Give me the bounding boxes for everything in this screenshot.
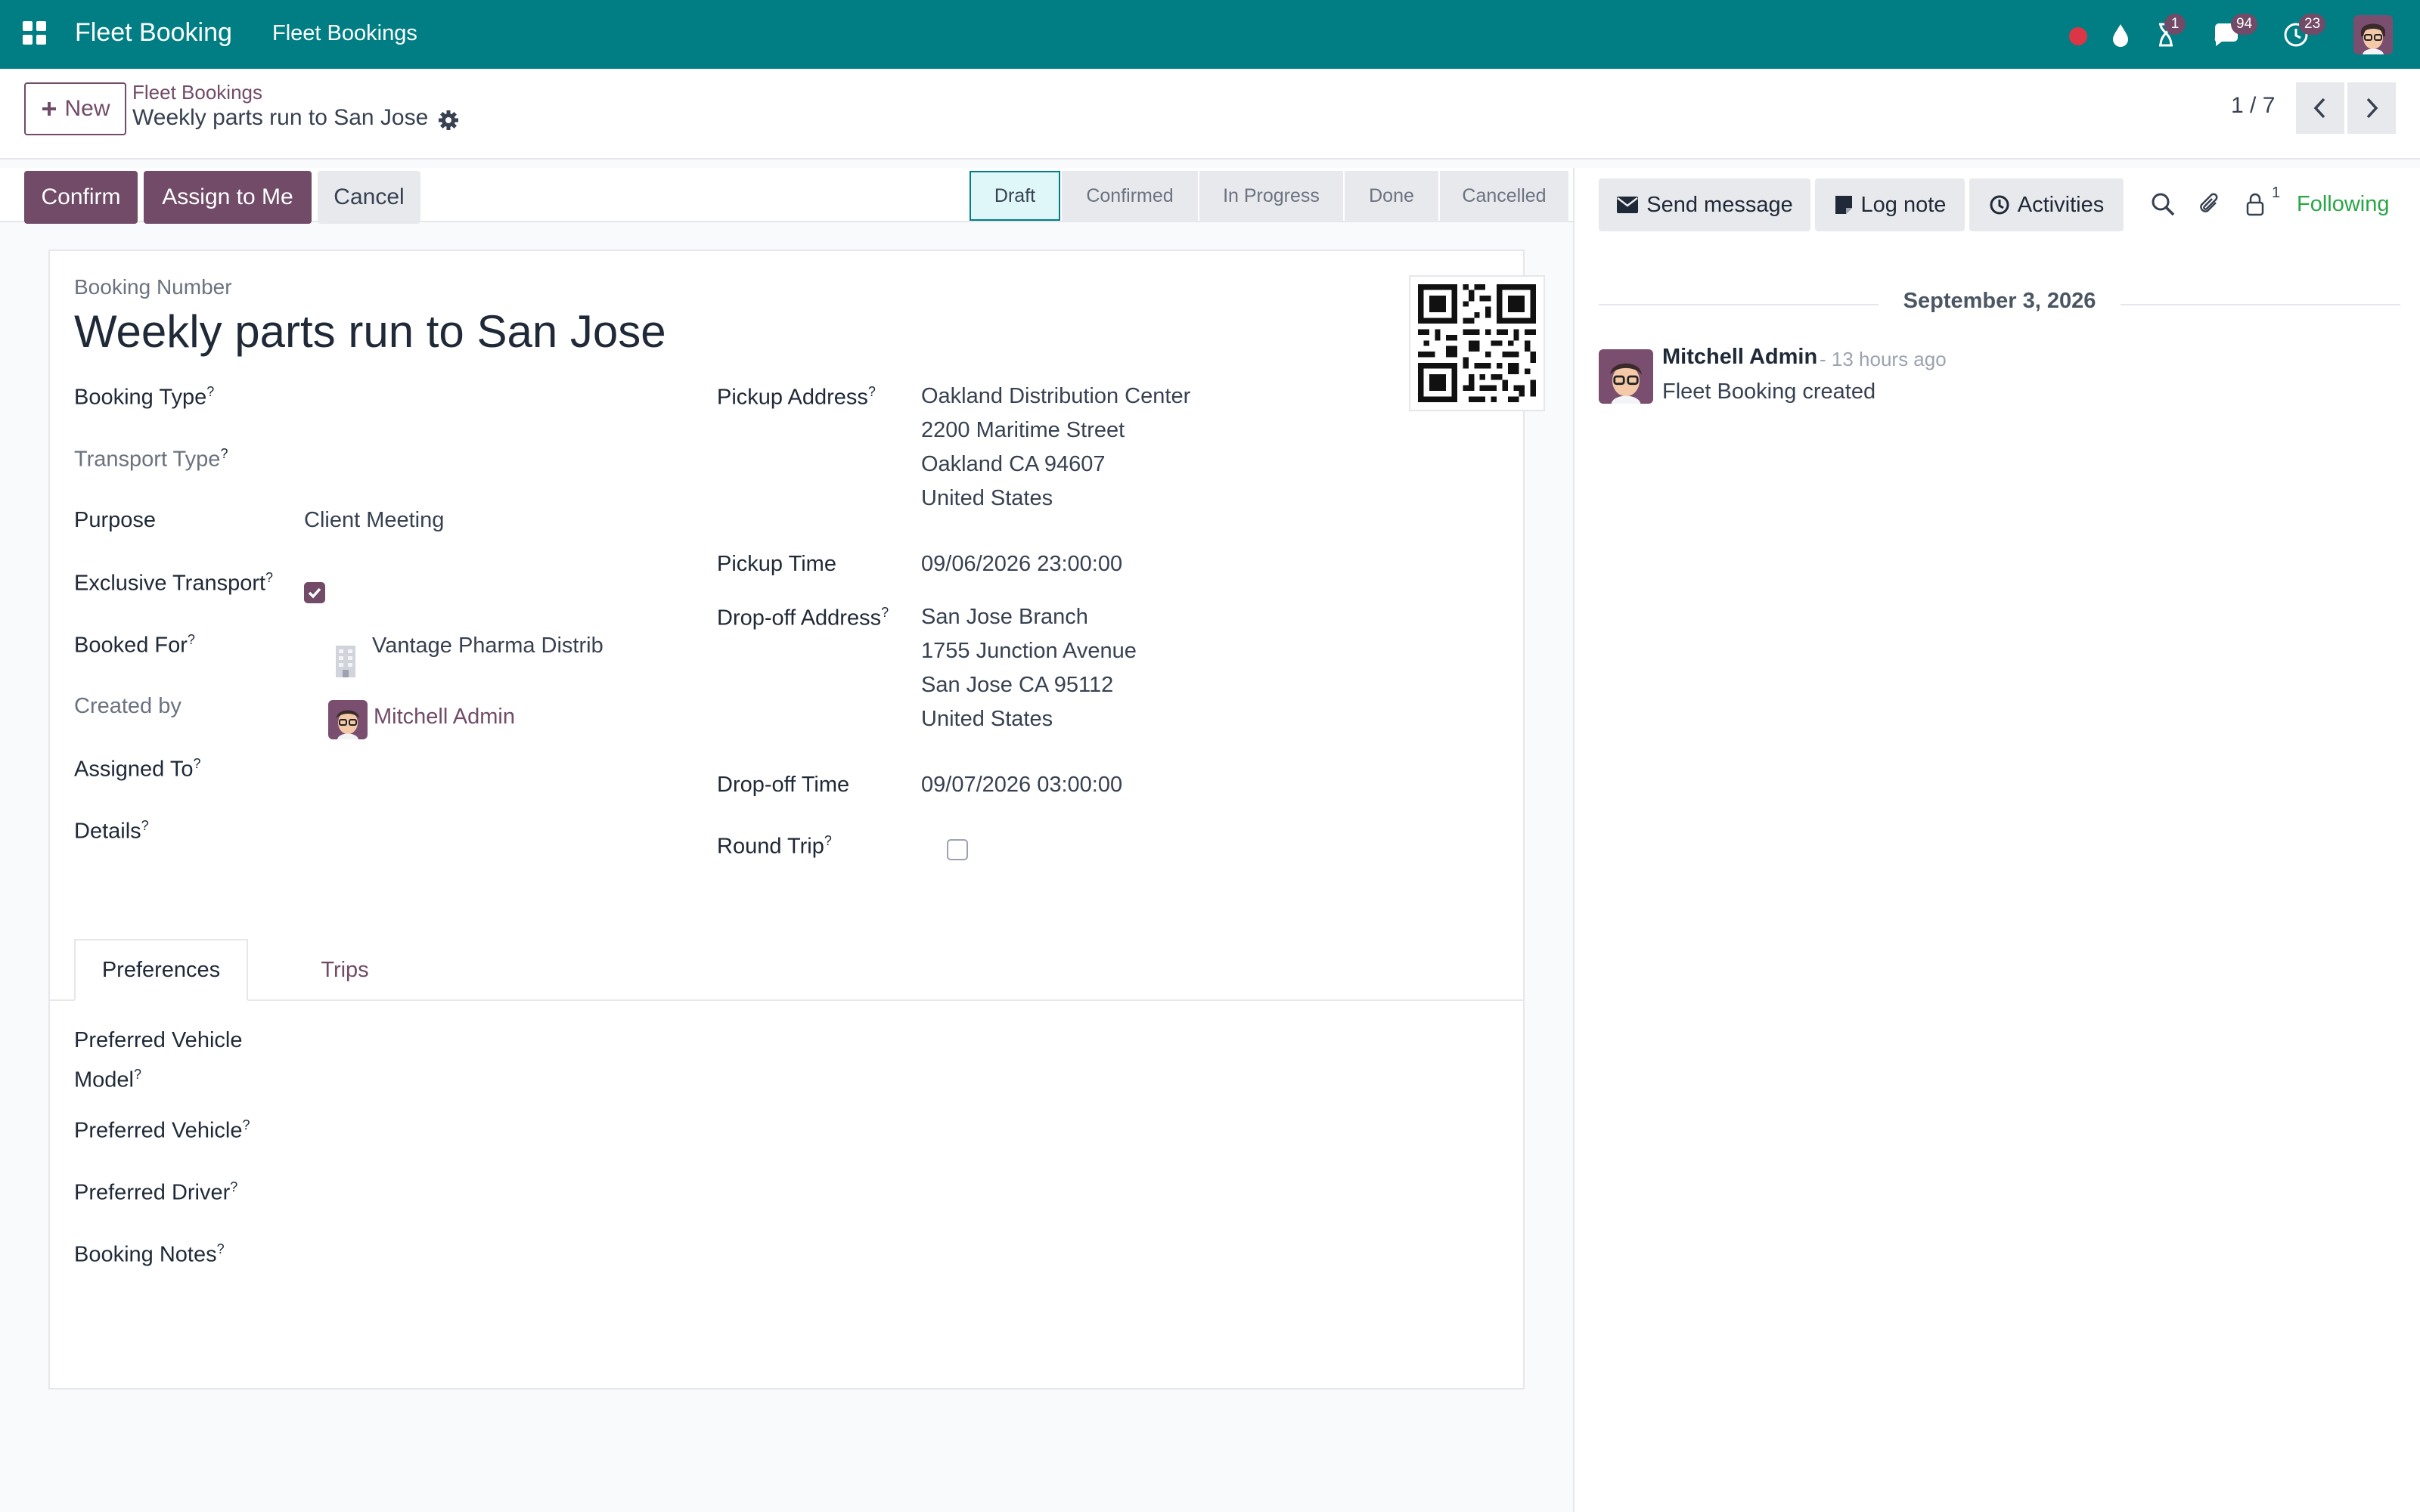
dropoff-address-label: Drop-off Address? bbox=[717, 605, 889, 631]
menu-fleet-bookings[interactable]: Fleet Bookings bbox=[272, 21, 417, 46]
gear-icon[interactable] bbox=[437, 109, 460, 132]
drop-icon[interactable] bbox=[2105, 20, 2136, 50]
pickup-address-label: Pickup Address? bbox=[717, 384, 876, 410]
assign-to-me-button[interactable]: Assign to Me bbox=[144, 171, 312, 224]
activities-badge: 1 bbox=[2164, 14, 2186, 35]
search-icon[interactable] bbox=[2149, 191, 2176, 218]
stage-cancelled[interactable]: Cancelled bbox=[1440, 171, 1568, 221]
breadcrumb-parent[interactable]: Fleet Bookings bbox=[132, 81, 262, 104]
preferred-vehicle-label: Preferred Vehicle? bbox=[74, 1117, 250, 1143]
control-panel: New Fleet Bookings Weekly parts run to S… bbox=[0, 69, 2420, 160]
cancel-button[interactable]: Cancel bbox=[318, 171, 420, 224]
booking-number-label: Booking Number bbox=[74, 275, 232, 299]
purpose-label: Purpose bbox=[74, 508, 157, 532]
message-author[interactable]: Mitchell Admin bbox=[1662, 345, 1817, 370]
top-navbar: Fleet Booking Fleet Bookings 1 94 23 bbox=[0, 0, 2420, 69]
date-label: September 3, 2026 bbox=[1903, 289, 2096, 313]
tab-trips[interactable]: Trips bbox=[269, 939, 420, 1001]
transport-type-label: Transport Type? bbox=[74, 446, 228, 472]
chevron-left-icon bbox=[2311, 97, 2329, 119]
form-sheet: Booking Number Weekly parts run to San J… bbox=[48, 249, 1545, 1390]
activities-button[interactable]: Activities bbox=[1969, 178, 2124, 231]
exclusive-transport-checkbox[interactable] bbox=[304, 582, 325, 603]
message-body: Fleet Booking created bbox=[1662, 380, 1876, 404]
record-dot-icon[interactable] bbox=[2063, 20, 2093, 50]
booking-title[interactable]: Weekly parts run to San Jose bbox=[74, 305, 666, 358]
details-label: Details? bbox=[74, 818, 149, 844]
booking-type-label: Booking Type? bbox=[74, 384, 215, 410]
new-button[interactable]: New bbox=[24, 82, 126, 135]
exclusive-transport-label: Exclusive Transport? bbox=[74, 570, 274, 596]
avatar[interactable] bbox=[1599, 349, 1653, 404]
clock-badge: 23 bbox=[2299, 14, 2326, 35]
activities-label: Activities bbox=[2017, 192, 2105, 217]
breadcrumb-current: Weekly parts run to San Jose bbox=[132, 105, 429, 130]
chevron-right-icon bbox=[2363, 97, 2381, 119]
avatar bbox=[328, 700, 368, 739]
assigned-to-label: Assigned To? bbox=[74, 756, 201, 782]
note-icon bbox=[1834, 194, 1854, 215]
booking-notes-label: Booking Notes? bbox=[74, 1241, 225, 1267]
log-note-label: Log note bbox=[1860, 192, 1947, 217]
preferred-driver-label: Preferred Driver? bbox=[74, 1179, 238, 1205]
lock-icon[interactable] bbox=[2242, 191, 2269, 218]
plus-icon bbox=[40, 100, 58, 118]
dropoff-address-field[interactable]: San Jose Branch 1755 Junction Avenue San… bbox=[921, 600, 1137, 736]
date-separator: September 3, 2026 bbox=[1599, 289, 2400, 319]
apps-grid-icon[interactable] bbox=[21, 20, 48, 47]
envelope-icon bbox=[1616, 196, 1639, 214]
pager-value[interactable]: 1 / 7 bbox=[2231, 93, 2275, 119]
send-message-label: Send message bbox=[1646, 192, 1793, 217]
purpose-field[interactable]: Client Meeting bbox=[304, 508, 444, 533]
building-icon bbox=[334, 644, 357, 677]
messages-badge: 94 bbox=[2231, 14, 2258, 35]
pickup-address-field[interactable]: Oakland Distribution Center 2200 Maritim… bbox=[921, 380, 1190, 516]
created-by-label: Created by bbox=[74, 694, 182, 718]
qr-code bbox=[1409, 275, 1545, 411]
paperclip-icon[interactable] bbox=[2196, 191, 2223, 218]
clock-icon bbox=[1989, 194, 2010, 215]
stage-done[interactable]: Done bbox=[1345, 171, 1438, 221]
preferred-vehicle-model-label: Preferred Vehicle Model? bbox=[74, 1028, 243, 1092]
form-statusbar: Confirm Assign to Me Cancel Draft Confir… bbox=[0, 168, 1573, 224]
dropoff-time-label: Drop-off Time bbox=[717, 773, 850, 797]
round-trip-checkbox[interactable] bbox=[947, 839, 968, 860]
following-button[interactable]: Following bbox=[2297, 192, 2390, 217]
app-name[interactable]: Fleet Booking bbox=[75, 18, 232, 48]
booked-for-field[interactable]: Vantage Pharma Distrib bbox=[372, 634, 662, 658]
chatter-panel: Send message Log note Activities 1 Follo… bbox=[1573, 168, 2420, 1512]
user-avatar[interactable] bbox=[2353, 15, 2393, 54]
tab-preferences[interactable]: Preferences bbox=[74, 939, 248, 1001]
pickup-time-field[interactable]: 09/06/2026 23:00:00 bbox=[921, 552, 1122, 577]
booked-for-label: Booked For? bbox=[74, 632, 195, 658]
new-button-label: New bbox=[64, 96, 110, 121]
confirm-button[interactable]: Confirm bbox=[24, 171, 138, 224]
pager-next-button[interactable] bbox=[2347, 82, 2396, 134]
send-message-button[interactable]: Send message bbox=[1599, 178, 1810, 231]
pager-previous-button[interactable] bbox=[2296, 82, 2344, 134]
stage-confirmed[interactable]: Confirmed bbox=[1062, 171, 1198, 221]
dropoff-time-field[interactable]: 09/07/2026 03:00:00 bbox=[921, 773, 1122, 798]
pickup-time-label: Pickup Time bbox=[717, 552, 836, 576]
created-by-link[interactable]: Mitchell Admin bbox=[374, 705, 515, 730]
stage-in-progress[interactable]: In Progress bbox=[1199, 171, 1343, 221]
message-time: - 13 hours ago bbox=[1820, 348, 1947, 370]
followers-count: 1 bbox=[2272, 184, 2281, 201]
stage-draft[interactable]: Draft bbox=[970, 171, 1060, 221]
log-note-button[interactable]: Log note bbox=[1815, 178, 1965, 231]
round-trip-label: Round Trip? bbox=[717, 833, 832, 859]
